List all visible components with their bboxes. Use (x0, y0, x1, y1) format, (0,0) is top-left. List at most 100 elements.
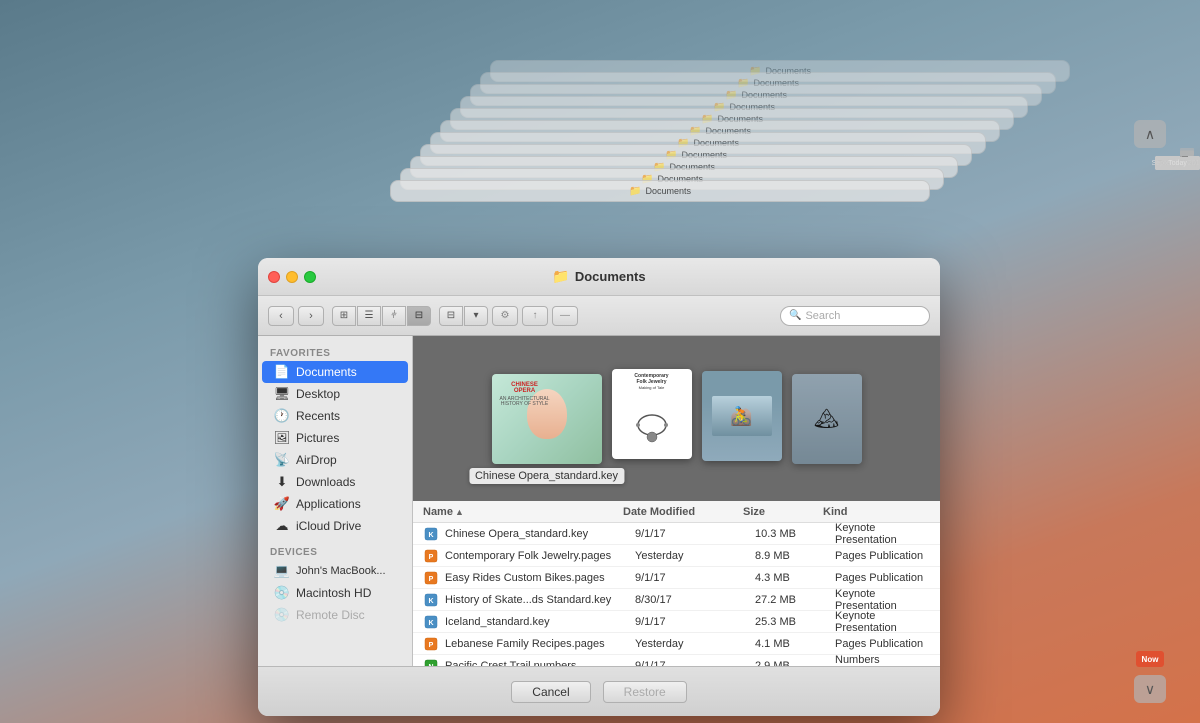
view-cover-btn[interactable]: ⊟ (407, 306, 431, 326)
group-down-btn[interactable]: ▾ (464, 306, 488, 326)
sidebar-item-downloads[interactable]: ⬇ Downloads (262, 471, 408, 493)
timeline-up-btn[interactable]: ∧ (1134, 120, 1166, 148)
down-arrow-icon: ∨ (1145, 681, 1155, 698)
file-row-2[interactable]: P Easy Rides Custom Bikes.pages 9/1/17 4… (413, 567, 940, 589)
file-row-0[interactable]: K Chinese Opera_standard.key 9/1/17 10.3… (413, 523, 940, 545)
desktop-icon: 🖥 (274, 386, 290, 402)
view-icon-btn[interactable]: ⊞ (332, 306, 356, 326)
file-modified-6: 9/1/17 (635, 660, 755, 667)
sidebar-item-macbook[interactable]: 💻 John's MacBook... (262, 560, 408, 582)
preview-bikes: 🚵 (702, 371, 782, 461)
group-btn[interactable]: ⊟ (439, 306, 463, 326)
bikes-thumb: 🚵 (702, 371, 782, 461)
file-modified-3: 8/30/17 (635, 594, 755, 606)
view-list-btn[interactable]: ☰ (357, 306, 381, 326)
icloud-icon: ☁ (274, 518, 290, 534)
col-header-kind[interactable]: Kind (823, 506, 930, 518)
iceland-thumb: 🏔 (792, 374, 862, 464)
col-header-name[interactable]: Name ▲ (423, 506, 623, 518)
preview-opera: CHINESE OPERA An architectural history o… (492, 374, 602, 464)
svg-text:P: P (429, 642, 434, 649)
file-icon-2: P (423, 570, 439, 586)
svg-text:K: K (428, 620, 433, 627)
up-arrow-icon: ∧ (1145, 126, 1155, 143)
devices-header: Devices (258, 543, 412, 560)
bikes-image: 🚵 (712, 396, 772, 436)
action2-btn[interactable]: — (552, 306, 578, 326)
view-column-btn[interactable]: ⫩ (382, 306, 406, 326)
share-btn[interactable]: ↑ (522, 306, 548, 326)
svg-text:N: N (428, 664, 433, 667)
sidebar-item-icloud[interactable]: ☁ iCloud Drive (262, 515, 408, 537)
file-kind-2: Pages Publication (835, 572, 930, 584)
file-size-1: 8.9 MB (755, 550, 835, 562)
forward-button[interactable]: › (298, 306, 324, 326)
file-modified-0: 9/1/17 (635, 528, 755, 540)
file-size-0: 10.3 MB (755, 528, 835, 540)
sidebar-item-pictures[interactable]: 🖼 Pictures (262, 427, 408, 449)
laptop-frame: 📁 Documents 📁 Documents 📁 Documents 📁 Do… (0, 0, 1200, 723)
minimize-button[interactable] (286, 271, 298, 283)
file-list-header[interactable]: Name ▲ Date Modified Size Kind (413, 501, 940, 523)
timeline-content: Today (Now) September 2017 Today (1120, 156, 1180, 643)
main-content: CHINESE OPERA An architectural history o… (413, 336, 940, 666)
file-size-2: 4.3 MB (755, 572, 835, 584)
sidebar-item-desktop[interactable]: 🖥 Desktop (262, 383, 408, 405)
window-title: 📁 Documents (552, 268, 645, 285)
file-kind-0: Keynote Presentation (835, 522, 930, 546)
maximize-button[interactable] (304, 271, 316, 283)
timeline-block-3 (1180, 150, 1194, 156)
file-row-4[interactable]: K Iceland_standard.key 9/1/17 25.3 MB Ke… (413, 611, 940, 633)
remote-icon: 💿 (274, 607, 290, 623)
file-name-4: Iceland_standard.key (445, 616, 635, 628)
svg-text:K: K (428, 532, 433, 539)
folder-icon: 📁 (552, 268, 569, 285)
search-icon: 🔍 (789, 310, 801, 321)
tick-8 (1182, 156, 1188, 157)
file-row-5[interactable]: P Lebanese Family Recipes.pages Yesterda… (413, 633, 940, 655)
jewelry-thumb: ContemporaryFolk JewelryMaking of Tale (612, 369, 692, 459)
file-icon-1: P (423, 548, 439, 564)
file-name-5: Lebanese Family Recipes.pages (445, 638, 635, 650)
opera-thumb: CHINESE OPERA An architectural history o… (492, 374, 602, 464)
file-list: Name ▲ Date Modified Size Kind (413, 501, 940, 666)
sidebar-item-applications[interactable]: 🚀 Applications (262, 493, 408, 515)
sidebar-item-documents[interactable]: 📄 Documents (262, 361, 408, 383)
file-row-3[interactable]: K History of Skate...ds Standard.key 8/3… (413, 589, 940, 611)
cancel-button[interactable]: Cancel (511, 681, 590, 703)
iceland-content: 🏔 (792, 374, 862, 464)
sidebar-item-recents[interactable]: 🕐 Recents (262, 405, 408, 427)
view-buttons: ⊞ ☰ ⫩ ⊟ (332, 306, 431, 326)
preview-jewelry: ContemporaryFolk JewelryMaking of Tale (612, 369, 692, 459)
sidebar-item-remote[interactable]: 💿 Remote Disc (262, 604, 408, 626)
today-marker: Today (1155, 156, 1200, 170)
restore-button[interactable]: Restore (603, 681, 687, 703)
biker-icon: 🚵 (730, 406, 752, 427)
now-label: Now (1136, 651, 1164, 667)
sidebar-item-macintosh[interactable]: 💿 Macintosh HD (262, 582, 408, 604)
file-name-3: History of Skate...ds Standard.key (445, 594, 635, 606)
sidebar-item-airdrop[interactable]: 📡 AirDrop (262, 449, 408, 471)
preview-area: CHINESE OPERA An architectural history o… (413, 336, 940, 501)
close-button[interactable] (268, 271, 280, 283)
file-icon-6: N (423, 658, 439, 667)
file-row-1[interactable]: P Contemporary Folk Jewelry.pages Yester… (413, 545, 940, 567)
opera-text: CHINESE OPERA An architectural history o… (500, 382, 550, 408)
back-button[interactable]: ‹ (268, 306, 294, 326)
macbook-icon: 💻 (274, 563, 290, 579)
title-bar: 📁 Documents (258, 258, 940, 296)
bikes-content: 🚵 (712, 396, 772, 436)
timeline: ∧ Today (Now) September 2017 Today (1120, 120, 1180, 703)
file-kind-6: Numbers Spreadsheet (835, 654, 930, 667)
col-header-size[interactable]: Size (743, 506, 823, 518)
action-gear-btn[interactable]: ⚙ (492, 306, 518, 326)
sidebar: Favorites 📄 Documents 🖥 Desktop 🕐 Recent… (258, 336, 413, 666)
finder-window: 📁 Documents ‹ › ⊞ ☰ ⫩ ⊟ ⊟ ▾ ⚙ ↑ — � (258, 258, 940, 716)
file-size-6: 2.9 MB (755, 660, 835, 667)
timeline-down-btn[interactable]: ∨ (1134, 675, 1166, 703)
file-modified-5: Yesterday (635, 638, 755, 650)
search-box[interactable]: 🔍 Search (780, 306, 930, 326)
col-header-modified[interactable]: Date Modified (623, 506, 743, 518)
file-modified-4: 9/1/17 (635, 616, 755, 628)
file-row-6[interactable]: N Pacific Crest Trail.numbers 9/1/17 2.9… (413, 655, 940, 666)
